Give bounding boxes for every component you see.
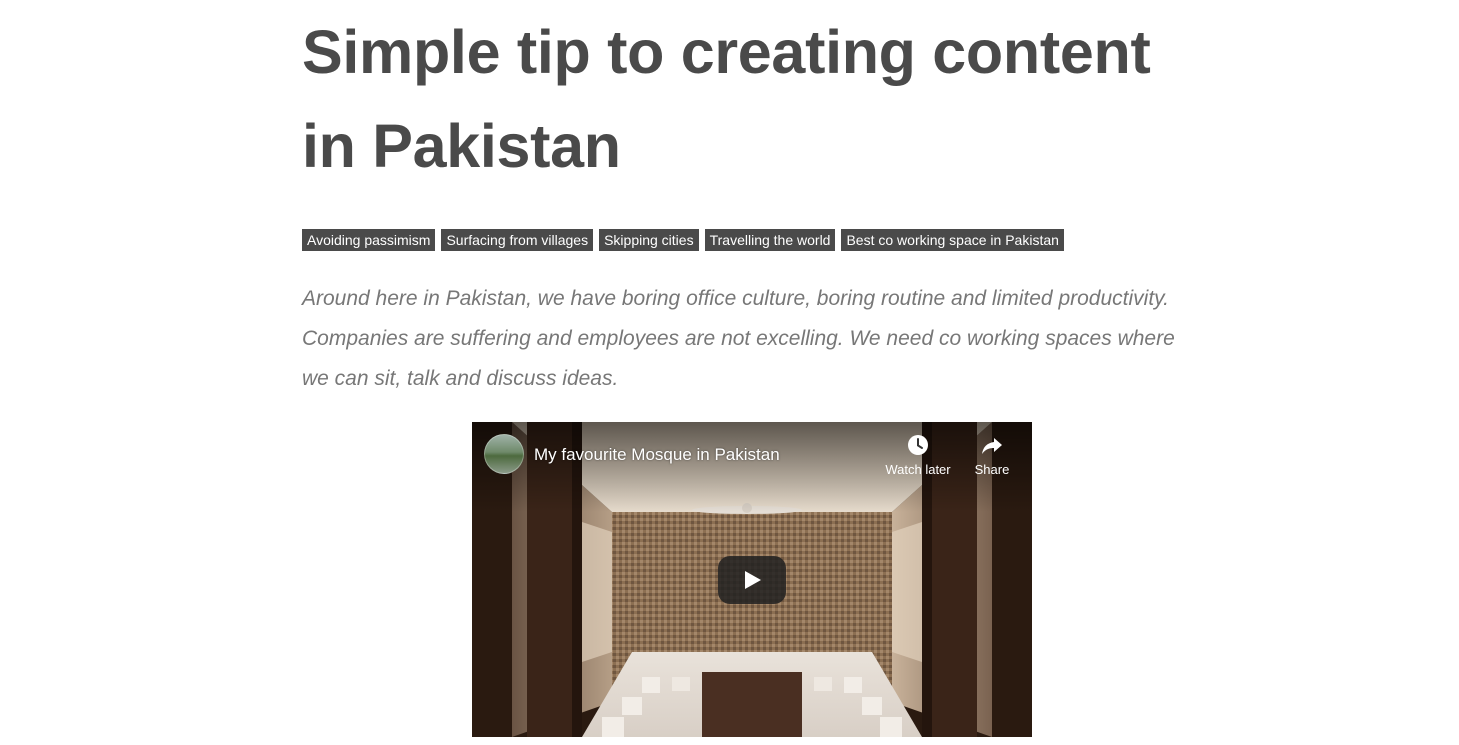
tag-link[interactable]: Best co working space in Pakistan — [841, 229, 1064, 251]
share-arrow-icon — [982, 438, 1002, 454]
tag-link[interactable]: Travelling the world — [704, 229, 836, 251]
clock-icon — [908, 435, 928, 455]
tag-link[interactable]: Avoiding passimism — [302, 229, 436, 251]
share-label: Share — [974, 462, 1010, 477]
channel-avatar[interactable] — [484, 434, 524, 474]
watch-later-button[interactable]: Watch later — [882, 434, 954, 477]
video-title[interactable]: My favourite Mosque in Pakistan — [534, 444, 780, 466]
video-embed[interactable]: My favourite Mosque in Pakistan Watch la… — [472, 422, 1032, 737]
article: Simple tip to creating content in Pakist… — [302, 0, 1182, 399]
tag-list: Avoiding passimism Surfacing from villag… — [302, 229, 1182, 251]
play-icon — [745, 571, 761, 589]
play-button[interactable] — [718, 556, 786, 604]
watch-later-label: Watch later — [885, 462, 951, 477]
page-title: Simple tip to creating content in Pakist… — [302, 18, 1151, 180]
share-button[interactable]: Share — [956, 434, 1028, 477]
article-lead: Around here in Pakistan, we have boring … — [302, 287, 1175, 390]
tag-link[interactable]: Skipping cities — [599, 229, 699, 251]
tag-link[interactable]: Surfacing from villages — [441, 229, 594, 251]
